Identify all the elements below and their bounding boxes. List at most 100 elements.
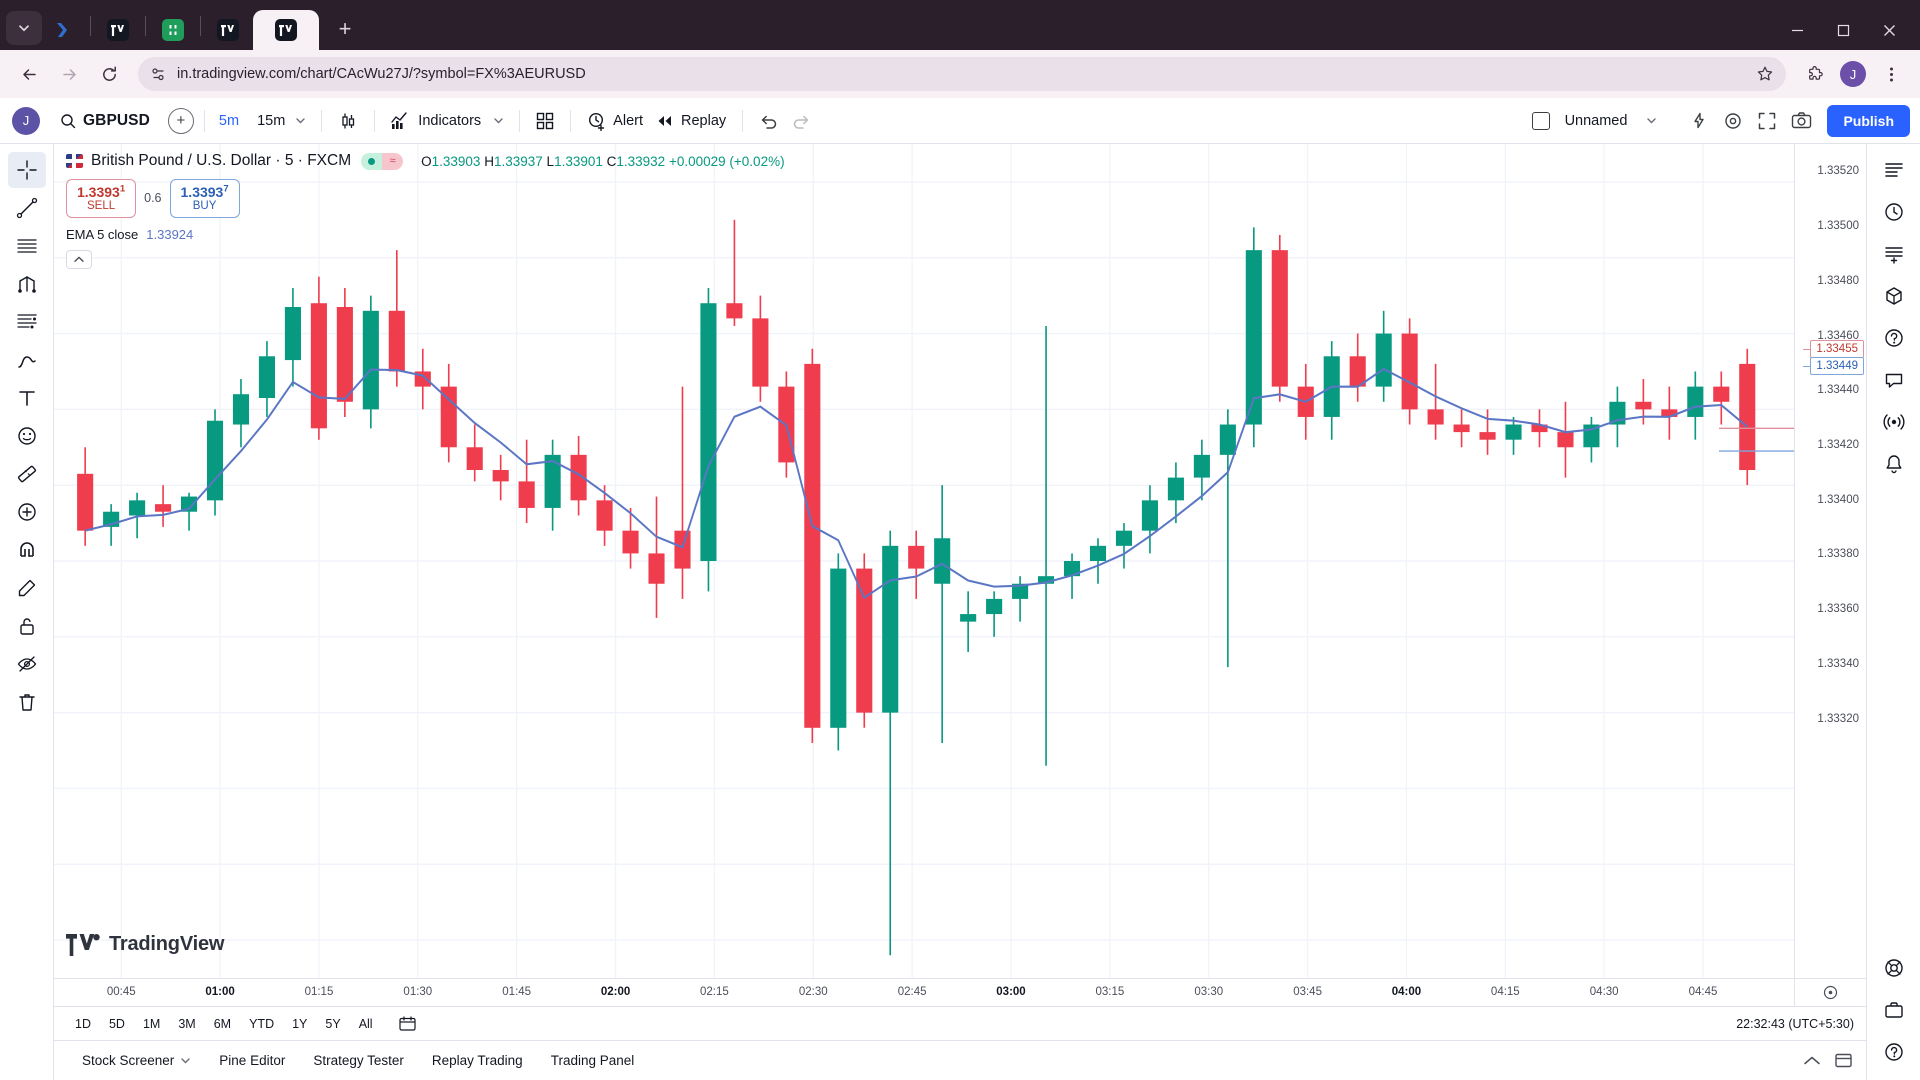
range-button-3m[interactable]: 3M <box>169 1012 204 1036</box>
chevron-up-icon[interactable] <box>1803 1055 1821 1067</box>
legend-symbol-title[interactable]: British Pound / U.S. Dollar · 5 · FXCM <box>91 152 351 170</box>
watchlist-icon[interactable] <box>1875 152 1913 188</box>
redo-button[interactable] <box>785 105 817 137</box>
layouts-button[interactable] <box>530 105 560 137</box>
back-button[interactable] <box>12 57 46 91</box>
text-icon[interactable] <box>8 380 46 416</box>
time-scale-settings-button[interactable] <box>1794 979 1866 1006</box>
fullscreen-icon[interactable] <box>1751 105 1783 137</box>
price-scale[interactable]: 1.33520 1.33500 1.33480 1.33460 1.33440 1.334… <box>1794 144 1866 978</box>
data-window-icon[interactable] <box>1875 278 1913 314</box>
briefcase-icon[interactable] <box>1875 992 1913 1028</box>
time-scale[interactable]: 00:45 01:00 01:15 01:30 01:45 02:00 02:15 02:30… <box>54 978 1866 1006</box>
range-button-ytd[interactable]: YTD <box>240 1012 283 1036</box>
tab-tradingview-2[interactable] <box>207 10 249 50</box>
trend-line-icon[interactable] <box>8 190 46 226</box>
tab-tradingview-active[interactable] <box>253 10 319 50</box>
tab-search-chevron-icon[interactable] <box>6 11 42 45</box>
alerts-clock-icon[interactable] <box>1875 194 1913 230</box>
footer-tab-stock-screener[interactable]: Stock Screener <box>68 1046 205 1076</box>
legend-collapse-button[interactable] <box>66 249 92 269</box>
measure-icon[interactable] <box>8 456 46 492</box>
eye-hide-icon[interactable] <box>8 646 46 682</box>
ideas-icon[interactable] <box>1875 320 1913 356</box>
profile-avatar[interactable]: J <box>1836 57 1870 91</box>
address-bar[interactable]: in.tradingview.com/chart/CAcWu27J/?symbo… <box>138 57 1786 91</box>
chart-canvas[interactable]: British Pound / U.S. Dollar · 5 · FXCM ≈… <box>54 144 1794 978</box>
publish-button[interactable]: Publish <box>1827 104 1910 137</box>
price-tick: 1.33480 <box>1817 274 1859 287</box>
cross-cursor-icon[interactable] <box>7 152 46 188</box>
layout-save-icon[interactable] <box>1525 105 1557 137</box>
pitchfork-icon[interactable] <box>8 266 46 302</box>
toolbar-divider <box>321 109 323 132</box>
maximize-button[interactable] <box>1820 10 1866 50</box>
time-tick: 02:30 <box>798 986 828 998</box>
snapshot-camera-icon[interactable] <box>1785 105 1817 137</box>
lock-icon[interactable] <box>8 608 46 644</box>
support-icon[interactable] <box>1875 950 1913 986</box>
chart-settings-gear-icon[interactable] <box>1717 105 1749 137</box>
footer-tab-trading-panel[interactable]: Trading Panel <box>537 1046 649 1076</box>
tab-favicon-blue[interactable] <box>42 10 84 50</box>
horizontal-lines-icon[interactable] <box>8 228 46 264</box>
indicators-chevron-icon[interactable] <box>487 108 509 134</box>
sell-price-badge[interactable]: 1.33455 <box>1803 340 1864 359</box>
tab-tradingview-1[interactable] <box>97 10 139 50</box>
notifications-icon[interactable] <box>1875 446 1913 482</box>
pencil-stay-icon[interactable] <box>8 570 46 606</box>
replay-button[interactable]: Replay <box>649 105 732 137</box>
help-icon[interactable] <box>1875 1034 1913 1070</box>
close-button[interactable] <box>1866 10 1912 50</box>
tab-sheets[interactable] <box>152 10 194 50</box>
expand-icon[interactable] <box>1835 1053 1852 1068</box>
footer-tab-strategy-tester[interactable]: Strategy Tester <box>299 1046 418 1076</box>
candle-body <box>336 307 353 402</box>
footer-tab-replay-trading[interactable]: Replay Trading <box>418 1046 537 1076</box>
symbol-search-button[interactable]: GBPUSD <box>52 105 158 137</box>
ema-legend-row[interactable]: EMA 5 close 1.33924 <box>66 227 785 242</box>
undo-button[interactable] <box>753 105 785 137</box>
forward-button[interactable] <box>52 57 86 91</box>
layout-chevron-icon[interactable] <box>1635 105 1667 137</box>
site-settings-icon[interactable] <box>150 66 167 83</box>
timeframe-5m[interactable]: 5m <box>215 106 243 136</box>
add-symbol-button[interactable]: + <box>167 107 194 134</box>
alert-button[interactable]: Alert <box>581 105 649 137</box>
footer-tab-pine-editor[interactable]: Pine Editor <box>205 1046 299 1076</box>
range-button-5d[interactable]: 5D <box>100 1012 134 1036</box>
minimize-button[interactable] <box>1774 10 1820 50</box>
calendar-icon[interactable] <box>390 1012 425 1036</box>
buy-price-badge[interactable]: 1.33449 <box>1803 356 1864 375</box>
layout-name-label[interactable]: Unnamed <box>1559 113 1634 129</box>
bookmark-star-icon[interactable] <box>1756 65 1774 83</box>
magnet-icon[interactable] <box>8 532 46 568</box>
user-avatar[interactable]: J <box>12 106 40 135</box>
reload-button[interactable] <box>92 57 126 91</box>
range-button-all[interactable]: All <box>350 1012 382 1036</box>
fib-retracement-icon[interactable] <box>8 304 46 340</box>
trash-icon[interactable] <box>8 684 46 720</box>
sell-button[interactable]: 1.33931 SELL <box>66 179 137 218</box>
range-button-5y[interactable]: 5Y <box>316 1012 349 1036</box>
range-button-1m[interactable]: 1M <box>134 1012 169 1036</box>
indicators-button[interactable]: Indicators <box>385 105 487 137</box>
brush-icon[interactable] <box>8 342 46 378</box>
range-button-1d[interactable]: 1D <box>66 1012 100 1036</box>
chrome-menu-icon[interactable] <box>1874 57 1908 91</box>
buy-button[interactable]: 1.33937 BUY <box>169 179 240 218</box>
series-style-toggle[interactable]: ≈ <box>361 152 404 170</box>
quick-search-icon[interactable] <box>1683 105 1715 137</box>
range-button-6m[interactable]: 6M <box>205 1012 240 1036</box>
emoji-icon[interactable] <box>8 418 46 454</box>
chart-type-button[interactable] <box>332 105 364 137</box>
new-tab-button[interactable]: + <box>329 13 361 45</box>
chat-icon[interactable] <box>1875 362 1913 398</box>
hotlist-icon[interactable] <box>1875 236 1913 272</box>
broadcast-icon[interactable] <box>1875 404 1913 440</box>
zoom-icon[interactable] <box>8 494 46 530</box>
range-button-1y[interactable]: 1Y <box>283 1012 316 1036</box>
timeframe-15m[interactable]: 15m <box>253 106 289 136</box>
timeframe-dropdown-chevron-icon[interactable] <box>289 108 311 134</box>
extensions-icon[interactable] <box>1798 57 1832 91</box>
